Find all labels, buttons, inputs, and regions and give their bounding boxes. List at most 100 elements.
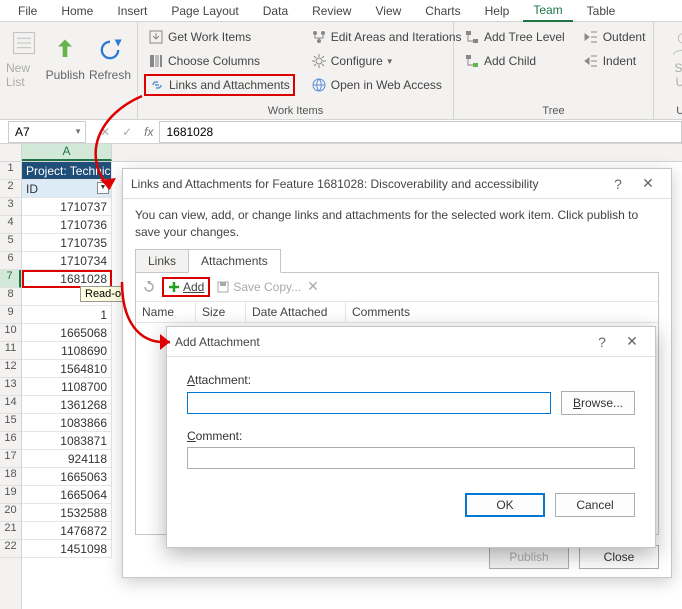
row-8[interactable]: 8 <box>0 288 21 306</box>
links-and-attachments-button[interactable]: Links and Attachments <box>144 74 295 96</box>
cell-A5[interactable]: 1710735 <box>22 234 112 252</box>
attachment-path-input[interactable] <box>187 392 551 414</box>
tab-insert[interactable]: Insert <box>107 1 157 21</box>
tab-links[interactable]: Links <box>135 249 189 273</box>
edit-areas-button[interactable]: Edit Areas and Iterations <box>307 26 466 48</box>
indent-button[interactable]: Indent <box>579 50 650 72</box>
row-11[interactable]: 11 <box>0 342 21 360</box>
ribbon: New List Publish Refresh Get Work Items <box>0 22 682 120</box>
get-work-items-button[interactable]: Get Work Items <box>144 26 295 48</box>
row-2[interactable]: 2 <box>0 180 21 198</box>
tab-review[interactable]: Review <box>302 1 361 21</box>
cell-A16[interactable]: 1083871 <box>22 432 112 450</box>
col-comments[interactable]: Comments <box>346 302 658 322</box>
ok-button[interactable]: OK <box>465 493 545 517</box>
tab-data[interactable]: Data <box>253 1 298 21</box>
ribbon-tabs: File Home Insert Page Layout Data Review… <box>0 0 682 22</box>
disk-icon <box>216 280 230 294</box>
tab-page-layout[interactable]: Page Layout <box>161 1 248 21</box>
col-date[interactable]: Date Attached <box>246 302 346 322</box>
cell-A9[interactable]: 1 <box>22 306 112 324</box>
fx-icon[interactable]: fx <box>144 125 153 139</box>
cell-A4[interactable]: 1710736 <box>22 216 112 234</box>
row-9[interactable]: 9 <box>0 306 21 324</box>
outdent-icon <box>583 29 599 45</box>
row-10[interactable]: 10 <box>0 324 21 342</box>
help-icon[interactable]: ? <box>587 334 617 350</box>
comment-label: Comment: <box>187 429 635 443</box>
tab-view[interactable]: View <box>365 1 411 21</box>
cell-A15[interactable]: 1083866 <box>22 414 112 432</box>
row-20[interactable]: 20 <box>0 504 21 522</box>
tab-file[interactable]: File <box>8 1 47 21</box>
open-web-access-button[interactable]: Open in Web Access <box>307 74 466 96</box>
cell-A14[interactable]: 1361268 <box>22 396 112 414</box>
close-icon[interactable]: ✕ <box>633 175 663 192</box>
row-13[interactable]: 13 <box>0 378 21 396</box>
cell-A17[interactable]: 924118 <box>22 450 112 468</box>
row-19[interactable]: 19 <box>0 486 21 504</box>
cell-A13[interactable]: 1108700 <box>22 378 112 396</box>
col-A[interactable]: A <box>22 144 112 161</box>
row-6[interactable]: 6 <box>0 252 21 270</box>
row-12[interactable]: 12 <box>0 360 21 378</box>
row-22[interactable]: 22 <box>0 540 21 558</box>
name-box[interactable]: A7 ▼ <box>8 121 86 143</box>
add-tree-level-button[interactable]: Add Tree Level <box>460 26 569 48</box>
filter-icon[interactable]: ▼ <box>97 182 109 194</box>
refresh-button[interactable]: Refresh <box>89 26 131 92</box>
cell-A20[interactable]: 1532588 <box>22 504 112 522</box>
tab-attachments[interactable]: Attachments <box>188 249 281 273</box>
row-15[interactable]: 15 <box>0 414 21 432</box>
close-button-dlg[interactable]: Close <box>579 545 659 569</box>
row-3[interactable]: 3 <box>0 198 21 216</box>
cell-A12[interactable]: 1564810 <box>22 360 112 378</box>
tab-team[interactable]: Team <box>523 0 572 22</box>
row-17[interactable]: 17 <box>0 450 21 468</box>
formula-input[interactable]: 1681028 <box>159 121 682 143</box>
cell-A3[interactable]: 1710737 <box>22 198 112 216</box>
row-16[interactable]: 16 <box>0 432 21 450</box>
cell-A10[interactable]: 1665068 <box>22 324 112 342</box>
gear-icon <box>311 53 327 69</box>
cell-A22[interactable]: 1451098 <box>22 540 112 558</box>
row-4[interactable]: 4 <box>0 216 21 234</box>
cell-A18[interactable]: 1665063 <box>22 468 112 486</box>
tab-home[interactable]: Home <box>51 1 103 21</box>
cell-A19[interactable]: 1665064 <box>22 486 112 504</box>
comment-input[interactable] <box>187 447 635 469</box>
row-7[interactable]: 7 <box>0 270 21 288</box>
new-list-label: New List <box>6 61 42 89</box>
row-14[interactable]: 14 <box>0 396 21 414</box>
dialog2-titlebar[interactable]: Add Attachment ? ✕ <box>167 327 655 357</box>
row-18[interactable]: 18 <box>0 468 21 486</box>
cell-A1[interactable]: Project: Technica <box>22 162 112 180</box>
tree-child-icon <box>464 53 480 69</box>
cell-A11[interactable]: 1108690 <box>22 342 112 360</box>
dialog-titlebar[interactable]: Links and Attachments for Feature 168102… <box>123 169 671 199</box>
browse-button[interactable]: Browse... <box>561 391 635 415</box>
cell-A6[interactable]: 1710734 <box>22 252 112 270</box>
tab-table[interactable]: Table <box>577 1 626 21</box>
chevron-down-icon[interactable]: ▼ <box>74 127 82 136</box>
cell-A21[interactable]: 1476872 <box>22 522 112 540</box>
close-icon[interactable]: ✕ <box>617 333 647 350</box>
choose-columns-button[interactable]: Choose Columns <box>144 50 295 72</box>
configure-button[interactable]: Configure▼ <box>307 50 466 72</box>
tab-help[interactable]: Help <box>475 1 520 21</box>
help-icon[interactable]: ? <box>603 176 633 192</box>
tab-charts[interactable]: Charts <box>415 1 470 21</box>
select-all-corner[interactable] <box>0 144 22 161</box>
cell-A2[interactable]: ID▼ <box>22 180 112 198</box>
row-21[interactable]: 21 <box>0 522 21 540</box>
col-name[interactable]: Name <box>136 302 196 322</box>
row-5[interactable]: 5 <box>0 234 21 252</box>
add-child-button[interactable]: Add Child <box>460 50 569 72</box>
publish-button[interactable]: Publish <box>46 26 85 92</box>
outdent-button[interactable]: Outdent <box>579 26 650 48</box>
dialog-info-text: You can view, add, or change links and a… <box>135 207 659 241</box>
add-attachment-button[interactable]: Add <box>162 277 210 297</box>
cancel-button[interactable]: Cancel <box>555 493 635 517</box>
col-size[interactable]: Size <box>196 302 246 322</box>
row-1[interactable]: 1 <box>0 162 21 180</box>
